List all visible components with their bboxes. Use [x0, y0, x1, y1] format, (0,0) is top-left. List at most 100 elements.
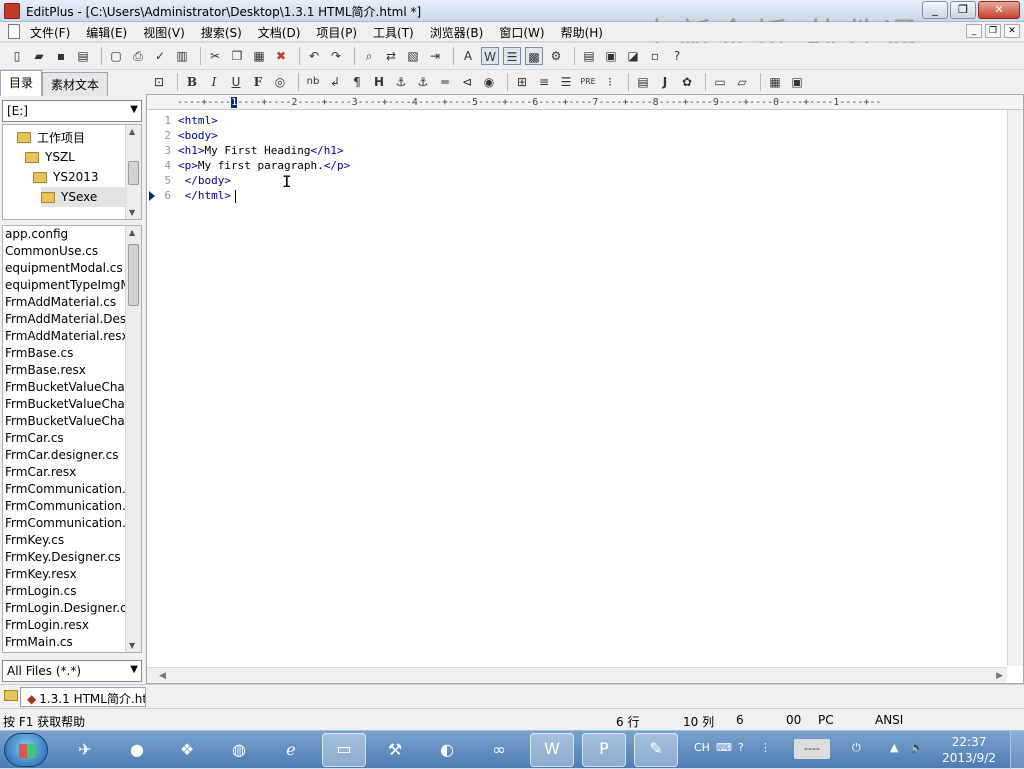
document-icon[interactable]: ▧ — [404, 47, 422, 65]
scroll-left-icon[interactable]: ◀ — [159, 671, 166, 681]
menu-item-2[interactable]: 视图(V) — [135, 22, 193, 42]
special-char-icon[interactable]: ◉ — [480, 73, 498, 91]
file-list-item[interactable]: FrmMain.cs — [3, 634, 141, 651]
script-button[interactable]: J — [656, 73, 674, 91]
file-list-item[interactable]: FrmBase.cs — [3, 345, 141, 362]
network-app-icon[interactable]: ◐ — [432, 735, 462, 765]
drive-select[interactable]: [E:] ▼ — [2, 100, 142, 122]
close-button[interactable]: ✕ — [978, 1, 1020, 19]
clip-icon[interactable]: ▫ — [646, 47, 664, 65]
pre-button[interactable]: PRE — [579, 73, 597, 91]
visual-studio-icon[interactable]: ∞ — [484, 735, 514, 765]
file-list-scrollbar[interactable]: ▲ ▼ — [125, 226, 141, 652]
file-list-item[interactable]: FrmKey.resx — [3, 566, 141, 583]
file-list-item[interactable]: FrmAddMaterial.cs — [3, 294, 141, 311]
frame-icon[interactable]: ▭ — [711, 73, 729, 91]
keyboard-icon[interactable]: ⌨ — [716, 741, 732, 754]
file-list-item[interactable]: FrmKey.Designer.cs — [3, 549, 141, 566]
menu-item-4[interactable]: 文档(D) — [250, 22, 309, 42]
qq-icon[interactable]: ● — [122, 735, 152, 765]
code-line[interactable]: <h1>My First Heading</h1> — [178, 144, 344, 157]
column-icon[interactable]: ☰ — [503, 47, 521, 65]
help-icon[interactable]: ? — [738, 741, 744, 754]
replace-icon[interactable]: ⇄ — [382, 47, 400, 65]
horizontal-rule-icon[interactable]: ═ — [436, 73, 454, 91]
center-icon[interactable]: ≡ — [535, 73, 553, 91]
code-line[interactable]: </html> — [178, 189, 236, 203]
align-icon[interactable]: ☰ — [557, 73, 575, 91]
tray-options-icon[interactable]: ⋮ — [760, 741, 771, 754]
spell-check-icon[interactable]: ✓ — [151, 47, 169, 65]
word-wrap-icon[interactable]: W — [481, 47, 499, 65]
save-all-icon[interactable]: ▤ — [74, 47, 92, 65]
form-icon[interactable]: ▤ — [634, 73, 652, 91]
copy-icon[interactable]: ❐ — [228, 47, 246, 65]
help-icon[interactable]: ? — [668, 47, 686, 65]
file-compare-icon[interactable]: ▥ — [173, 47, 191, 65]
scroll-up-icon[interactable]: ▲ — [129, 228, 135, 237]
sidebar-tab-1[interactable]: 素材文本 — [42, 72, 109, 96]
file-list-item[interactable]: FrmCar.resx — [3, 464, 141, 481]
print-icon[interactable]: ⎙ — [129, 47, 147, 65]
hex-icon[interactable]: ▩ — [525, 47, 543, 65]
tree-node[interactable]: YS2013 — [33, 167, 127, 187]
open-icon[interactable]: ▰ — [30, 47, 48, 65]
menu-item-1[interactable]: 编辑(E) — [78, 22, 135, 42]
file-list-item[interactable]: FrmBucketValueChar — [3, 396, 141, 413]
print-preview-icon[interactable]: ▢ — [107, 47, 125, 65]
file-list-item[interactable]: FrmLogin.resx — [3, 617, 141, 634]
layer-icon[interactable]: ▱ — [733, 73, 751, 91]
tree-scrollbar[interactable]: ▲ ▼ — [125, 125, 141, 219]
menu-item-3[interactable]: 搜索(S) — [193, 22, 250, 42]
file-list-item[interactable]: FrmCommunication.r — [3, 515, 141, 532]
file-list-item[interactable]: FrmLogin.Designer.c — [3, 600, 141, 617]
file-list-item[interactable]: FrmCar.designer.cs — [3, 447, 141, 464]
clock[interactable]: 22:37 2013/9/2 — [942, 734, 996, 766]
file-filter-select[interactable]: All Files (*.*) ▼ — [2, 660, 142, 682]
menu-item-7[interactable]: 浏览器(B) — [422, 22, 492, 42]
menu-item-8[interactable]: 窗口(W) — [491, 22, 552, 42]
comment-icon[interactable]: ⊲ — [458, 73, 476, 91]
scroll-down-icon[interactable]: ▼ — [129, 641, 135, 650]
file-list-item[interactable]: FrmBucketValueChar — [3, 413, 141, 430]
file-list-item[interactable]: equipmentModal.cs — [3, 260, 141, 277]
volume-icon[interactable]: 🔈 — [910, 741, 924, 754]
font-tag-button[interactable]: F — [249, 73, 267, 91]
code-line[interactable]: <body> — [178, 129, 218, 142]
file-list-item[interactable]: equipmentTypeImgM — [3, 277, 141, 294]
code-line[interactable]: <p>My first paragraph.</p> — [178, 159, 350, 172]
paragraph-button[interactable]: ¶ — [348, 73, 366, 91]
document-system-icon[interactable] — [8, 24, 20, 39]
word-icon[interactable]: W — [530, 733, 574, 767]
tree-node[interactable]: 工作项目 — [17, 127, 127, 147]
scroll-right-icon[interactable]: ▶ — [996, 671, 1003, 681]
editplus-taskbar-icon[interactable]: ✎ — [634, 733, 678, 767]
sidebar-tab-0[interactable]: 目录 — [0, 70, 43, 96]
anchor-icon[interactable]: ⚓ — [414, 73, 432, 91]
tree-node[interactable]: YSZL — [25, 147, 127, 167]
new-icon[interactable]: ▯ — [8, 47, 26, 65]
font-icon[interactable]: A — [459, 47, 477, 65]
minimize-button[interactable]: _ — [922, 1, 948, 19]
bold-button[interactable]: B — [183, 73, 201, 91]
menu-item-9[interactable]: 帮助(H) — [553, 22, 611, 42]
settings-icon[interactable]: ⚙ — [547, 47, 565, 65]
color-grid-icon[interactable]: ▦ — [766, 73, 784, 91]
powerpoint-icon[interactable]: P — [582, 733, 626, 767]
indent-icon[interactable]: ⇥ — [426, 47, 444, 65]
heading-button[interactable]: H — [370, 73, 388, 91]
scroll-thumb[interactable] — [128, 161, 139, 185]
scroll-thumb[interactable] — [128, 244, 139, 306]
save-icon[interactable]: ▪ — [52, 47, 70, 65]
file-list-item[interactable]: FrmBucketValueChar — [3, 379, 141, 396]
ie-icon[interactable]: ℯ — [276, 735, 306, 765]
view-icon[interactable]: ▤ — [580, 47, 598, 65]
menu-item-5[interactable]: 项目(P) — [308, 22, 365, 42]
editor-vertical-scrollbar[interactable] — [1007, 110, 1023, 666]
paste-icon[interactable]: ▦ — [250, 47, 268, 65]
list-icon[interactable]: ⁝ — [601, 73, 619, 91]
nbsp-button[interactable]: nb — [304, 73, 322, 91]
tree-node[interactable]: YSexe — [41, 187, 127, 207]
file-list-item[interactable]: CommonUse.cs — [3, 243, 141, 260]
file-list-item[interactable]: FrmAddMaterial.Des — [3, 311, 141, 328]
